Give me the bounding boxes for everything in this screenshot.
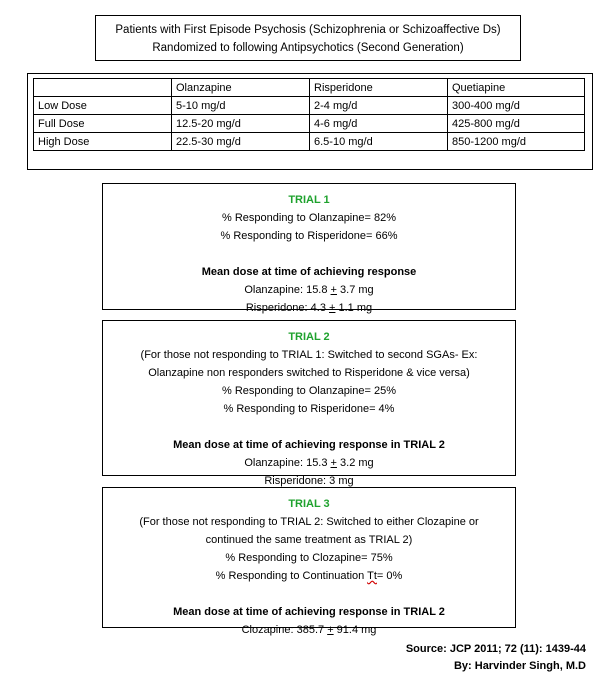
table-cell: 12.5-20 mg/d	[171, 114, 310, 133]
trial-title: TRIAL 3	[288, 498, 330, 510]
table-header-cell: Olanzapine	[171, 78, 310, 97]
dose-heading: Mean dose at time of achieving response	[201, 266, 417, 278]
mean-dose: Clozapine: 385.7 + 91.4 mg	[103, 621, 515, 639]
table-cell: 22.5-30 mg/d	[171, 132, 310, 151]
dose-heading: Mean dose at time of achieving response …	[173, 606, 445, 618]
table-row: Full Dose 12.5-20 mg/d 4-6 mg/d 425-800 …	[33, 114, 585, 133]
dose-drug: Clozapine: 385.7	[241, 624, 328, 636]
table-row: Low Dose 5-10 mg/d 2-4 mg/d 300-400 mg/d	[33, 96, 585, 115]
table-cell: 6.5-10 mg/d	[309, 132, 448, 151]
spellcheck-word: Tt	[367, 570, 377, 582]
trial-note: (For those not responding to TRIAL 1: Sw…	[140, 349, 478, 361]
trial-note: Olanzapine non responders switched to Ri…	[148, 367, 470, 379]
trial-title: TRIAL 2	[288, 331, 330, 343]
mean-dose: Risperidone: 4.3 + 1.1 mg	[103, 299, 515, 317]
table-cell: 2-4 mg/d	[309, 96, 448, 115]
dose-table: Olanzapine Risperidone Quetiapine Low Do…	[33, 78, 585, 151]
row-label: High Dose	[33, 132, 172, 151]
mean-dose: Olanzapine: 15.8 + 3.7 mg	[103, 281, 515, 299]
trial-title: TRIAL 1	[288, 194, 330, 206]
trial-1-box: TRIAL 1 % Responding to Olanzapine= 82% …	[102, 183, 516, 314]
dose-heading: Mean dose at time of achieving response …	[173, 439, 445, 451]
header-box: Patients with First Episode Psychosis (S…	[95, 15, 521, 61]
response-value: = 0%	[376, 570, 403, 582]
table-header-row: Olanzapine Risperidone Quetiapine	[33, 78, 585, 97]
header-line-2: Randomized to following Antipsychotics (…	[152, 42, 464, 54]
table-cell: 300-400 mg/d	[447, 96, 585, 115]
trial-note: (For those not responding to TRIAL 2: Sw…	[139, 516, 479, 528]
trial-3-box: TRIAL 3 (For those not responding to TRI…	[102, 487, 516, 636]
dose-sd: 1.1 mg	[335, 302, 373, 314]
response-rate: % Responding to Continuation Tt= 0%	[103, 567, 515, 585]
dose-table-frame: Olanzapine Risperidone Quetiapine Low Do…	[27, 73, 593, 170]
table-header-cell	[33, 78, 172, 97]
table-cell: 850-1200 mg/d	[447, 132, 585, 151]
response-rate: % Responding to Risperidone= 4%	[223, 403, 395, 415]
table-cell: 425-800 mg/d	[447, 114, 585, 133]
trial-2-box: TRIAL 2 (For those not responding to TRI…	[102, 320, 516, 487]
dose-sd: 3.2 mg	[336, 457, 374, 469]
row-label: Full Dose	[33, 114, 172, 133]
header-line-1: Patients with First Episode Psychosis (S…	[115, 24, 501, 36]
response-text: % Responding to Continuation	[215, 570, 368, 582]
table-header-cell: Quetiapine	[447, 78, 585, 97]
mean-dose: Olanzapine: 15.3 + 3.2 mg	[103, 454, 515, 472]
table-cell: 5-10 mg/d	[171, 96, 310, 115]
dose-sd: 3.7 mg	[336, 284, 374, 296]
response-rate: % Responding to Risperidone= 66%	[220, 230, 398, 242]
table-header-cell: Risperidone	[309, 78, 448, 97]
row-label: Low Dose	[33, 96, 172, 115]
table-row: High Dose 22.5-30 mg/d 6.5-10 mg/d 850-1…	[33, 132, 585, 151]
trial-note: continued the same treatment as TRIAL 2)	[205, 534, 413, 546]
source-citation: Source: JCP 2011; 72 (11): 1439-44	[405, 643, 586, 655]
response-rate: % Responding to Olanzapine= 25%	[222, 385, 396, 397]
dose-sd: 91.4 mg	[333, 624, 377, 636]
dose-drug: Olanzapine: 15.8	[244, 284, 331, 296]
dose-drug: Olanzapine: 15.3	[244, 457, 331, 469]
response-rate: % Responding to Olanzapine= 82%	[222, 212, 396, 224]
table-cell: 4-6 mg/d	[309, 114, 448, 133]
author-credit: By: Harvinder Singh, M.D	[453, 660, 586, 672]
dose-drug: Risperidone: 4.3	[245, 302, 330, 314]
footer: Source: JCP 2011; 72 (11): 1439-44 By: H…	[370, 641, 586, 675]
response-rate: % Responding to Clozapine= 75%	[225, 552, 393, 564]
